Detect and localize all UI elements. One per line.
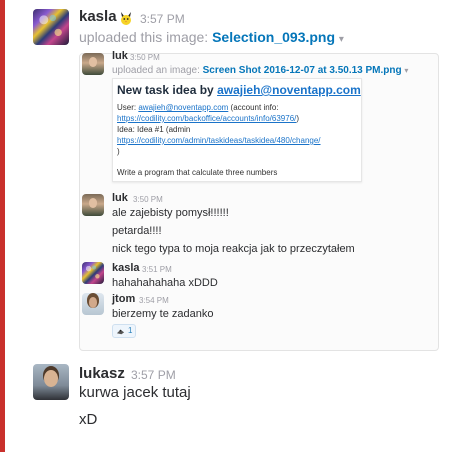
embedded-author: luk <box>112 50 128 62</box>
email-title-link: awajieh@noventapp.com <box>217 83 361 97</box>
reaction-count: 1 <box>128 326 133 335</box>
embedded-file-name: Screen Shot 2016-12-07 at 3.50.13 PM.png <box>202 65 402 76</box>
embedded-timestamp: 3:54 PM <box>139 296 169 305</box>
message-author[interactable]: kasla <box>79 8 117 25</box>
embedded-message-text: ale zajebisty pomysł!!!!!! <box>112 207 229 219</box>
avatar <box>82 194 104 216</box>
embedded-author: jtom <box>112 293 136 305</box>
avatar[interactable] <box>33 364 69 400</box>
bird-emoji-icon <box>121 12 131 25</box>
embedded-email-preview: New task idea by awajieh@noventapp.com U… <box>112 78 362 182</box>
message-text: kurwa jacek tutaj <box>79 384 191 401</box>
embedded-author: kasla <box>112 262 140 274</box>
email-title: New task idea by awajieh@noventapp.com <box>117 83 361 97</box>
bird-emoji-icon <box>116 329 125 335</box>
email-user-link: awajieh@noventapp.com <box>138 103 229 112</box>
avatar[interactable] <box>33 9 69 45</box>
embedded-message-text: nick tego typa to moja reakcja jak to pr… <box>112 243 355 255</box>
avatar <box>82 262 104 284</box>
embedded-upload-label: uploaded an image: <box>112 65 200 76</box>
file-name-link[interactable]: Selection_093.png <box>212 29 335 45</box>
email-line-suffix: ) <box>296 114 300 123</box>
chevron-down-icon[interactable]: ▾ <box>339 34 344 45</box>
email-line: ) <box>117 147 120 156</box>
embedded-upload-line: uploaded an image: Screen Shot 2016-12-0… <box>112 65 408 76</box>
email-admin-link: https://codility.com/admin/taskideas/tas… <box>117 136 321 145</box>
message-timestamp[interactable]: 3:57 PM <box>140 12 185 26</box>
email-line: User: awajieh@noventapp.com (account inf… <box>117 103 279 112</box>
avatar <box>82 53 104 75</box>
email-account-link: https://codility.com/backoffice/accounts… <box>117 114 297 123</box>
email-line: https://codility.com/admin/taskideas/tas… <box>117 136 321 145</box>
unread-marker-bar <box>0 0 5 452</box>
embedded-chevron-down-icon: ▾ <box>404 66 409 75</box>
embedded-timestamp: 3:50 PM <box>130 53 160 62</box>
embedded-timestamp: 3:51 PM <box>142 265 172 274</box>
email-line: https://codility.com/backoffice/accounts… <box>117 114 299 123</box>
embedded-message-text: bierzemy te zadanko <box>112 308 214 320</box>
upload-label: uploaded this image: <box>79 29 209 45</box>
embedded-message-text: hahahahahaha xDDD <box>112 277 218 289</box>
email-line-suffix: (account info: <box>230 103 279 112</box>
email-line: Write a program that calculate three num… <box>117 168 278 177</box>
reaction-pill: 1 <box>112 324 136 338</box>
embedded-message-text: petarda!!!! <box>112 225 162 237</box>
upload-line: uploaded this image: Selection_093.png ▾ <box>79 29 344 45</box>
email-title-prefix: New task idea by <box>117 83 214 97</box>
email-line-label: User: <box>117 103 137 112</box>
message-text: xD <box>79 411 98 428</box>
embedded-timestamp: 3:50 PM <box>133 195 163 204</box>
avatar <box>82 293 104 315</box>
embedded-author: luk <box>112 192 128 204</box>
email-line: Idea: Idea #1 (admin <box>117 125 191 134</box>
message-timestamp[interactable]: 3:57 PM <box>131 368 176 382</box>
message-author[interactable]: lukasz <box>79 365 125 382</box>
